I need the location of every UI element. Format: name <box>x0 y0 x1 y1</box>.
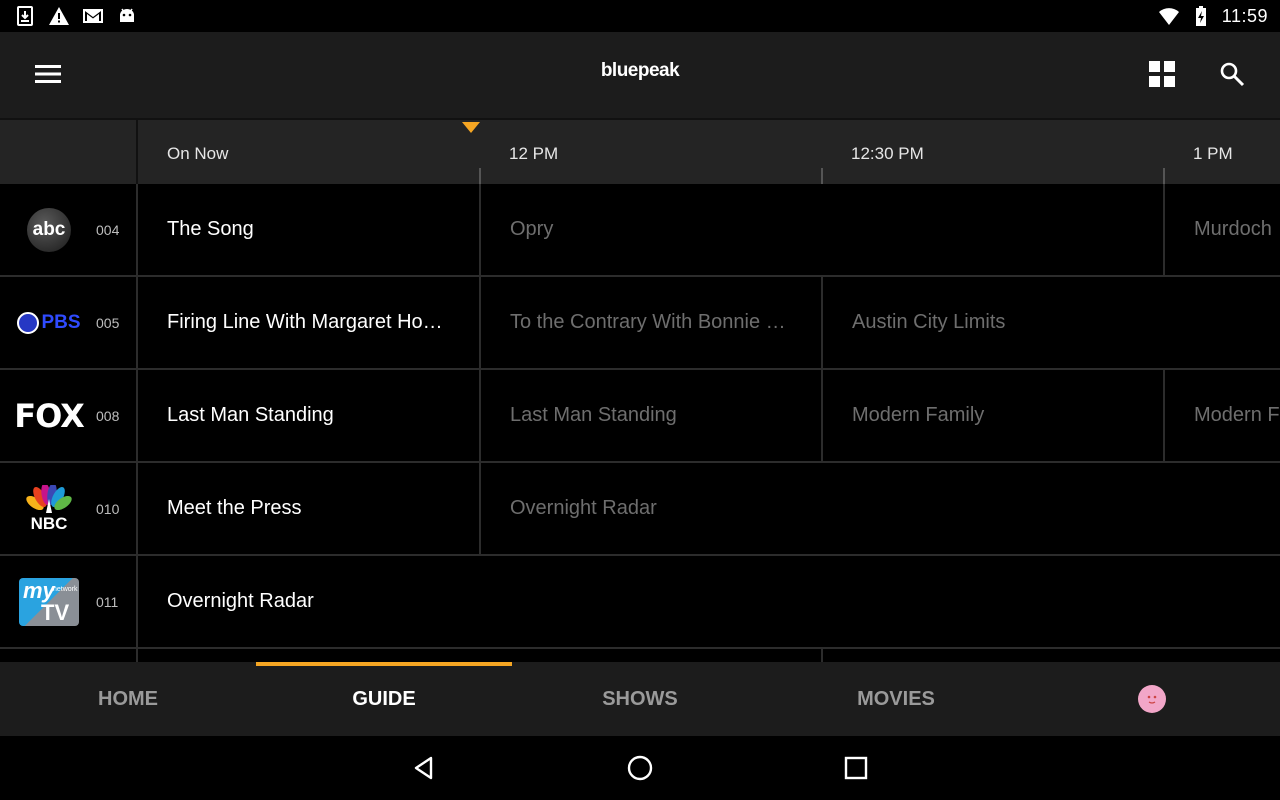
wifi-icon <box>1158 8 1179 25</box>
channel-row-abc: abc 004 The Song Opry Murdoch <box>0 184 1280 277</box>
app-bar: bluepeak <box>0 32 1280 118</box>
channel-number: 004 <box>96 222 120 238</box>
program-cell[interactable]: Last Man Standing <box>481 370 823 461</box>
tab-shows[interactable]: SHOWS <box>512 662 768 736</box>
menu-button[interactable] <box>28 54 68 94</box>
program-cell[interactable]: Firing Line With Margaret Ho… <box>138 277 481 368</box>
program-cell[interactable]: Modern F <box>1165 370 1280 461</box>
nbc-logo: NBC <box>14 481 84 537</box>
program-cell[interactable]: Modern Family <box>823 370 1165 461</box>
time-slot-1230pm: 12:30 PM <box>851 144 924 163</box>
peacock-icon <box>26 485 72 513</box>
status-time: 11:59 <box>1221 5 1268 26</box>
channel-row-pbs: PBS 005 Firing Line With Margaret Ho… To… <box>0 277 1280 370</box>
download-icon <box>17 6 33 26</box>
program-cell <box>138 649 823 662</box>
back-icon <box>414 756 433 780</box>
time-tick <box>1163 168 1165 184</box>
program-title: Austin City Limits <box>852 311 1006 333</box>
time-tick <box>821 168 823 184</box>
grid-view-icon <box>1149 61 1175 87</box>
program-title: Last Man Standing <box>167 404 334 426</box>
pbs-logo: PBS <box>14 295 84 351</box>
home-button[interactable] <box>624 752 656 784</box>
program-cell[interactable]: Overnight Radar <box>138 556 1280 647</box>
program-cell[interactable]: The Song <box>138 184 481 275</box>
channel-cell[interactable]: my network TV 011 <box>0 556 138 647</box>
system-navigation-bar <box>0 736 1280 800</box>
program-title: Modern Family <box>852 404 985 426</box>
battery-charging-icon <box>1195 6 1206 26</box>
program-cell[interactable]: Opry <box>481 184 1165 275</box>
program-title: Modern F <box>1194 404 1280 426</box>
gmail-icon <box>83 9 103 23</box>
current-time-marker <box>462 122 480 133</box>
time-tick <box>479 168 481 184</box>
program-cell[interactable]: Austin City Limits <box>823 277 1280 368</box>
home-icon <box>627 755 653 781</box>
tab-guide[interactable]: GUIDE <box>256 662 512 736</box>
bottom-navigation: HOME GUIDE SHOWS MOVIES <box>0 662 1280 736</box>
program-title: The Song <box>167 218 254 240</box>
back-button[interactable] <box>408 752 440 784</box>
program-title: Murdoch <box>1194 218 1272 240</box>
time-slot-1pm: 1 PM <box>1193 144 1233 163</box>
channel-cell <box>0 649 138 662</box>
status-bar: 11:59 <box>0 0 1280 32</box>
search-button[interactable] <box>1212 54 1252 94</box>
program-title: Last Man Standing <box>510 404 677 426</box>
grid-view-button[interactable] <box>1142 54 1182 94</box>
tab-home[interactable]: HOME <box>0 662 256 736</box>
program-cell[interactable]: Meet the Press <box>138 463 481 554</box>
channel-row-partial <box>0 649 1280 662</box>
channel-number: 010 <box>96 501 120 517</box>
program-cell[interactable]: Last Man Standing <box>138 370 481 461</box>
program-cell[interactable]: Overnight Radar <box>481 463 1280 554</box>
program-title: Firing Line With Margaret Ho… <box>167 311 443 333</box>
tab-movies[interactable]: MOVIES <box>768 662 1024 736</box>
menu-icon <box>35 65 61 83</box>
android-icon <box>120 8 134 22</box>
channel-row-nbc: NBC 010 Meet the Press Overnight Radar <box>0 463 1280 556</box>
program-title: Meet the Press <box>167 497 302 519</box>
channel-number: 011 <box>96 594 119 610</box>
recents-icon <box>844 756 868 780</box>
channel-row-mynetworktv: my network TV 011 Overnight Radar <box>0 556 1280 649</box>
program-title: Overnight Radar <box>510 497 657 519</box>
time-slot-on-now: On Now <box>167 144 229 163</box>
profile-avatar-icon <box>1138 685 1166 713</box>
channel-number: 008 <box>96 408 120 424</box>
channel-cell[interactable]: NBC 010 <box>0 463 138 554</box>
program-title: To the Contrary With Bonnie … <box>510 311 786 333</box>
program-title: Opry <box>510 218 554 240</box>
channel-column-header <box>0 120 138 184</box>
program-title: Overnight Radar <box>167 590 314 612</box>
channel-cell[interactable]: abc 004 <box>0 184 138 275</box>
recents-button[interactable] <box>840 752 872 784</box>
warning-icon <box>49 7 69 25</box>
search-icon <box>1220 62 1245 87</box>
channel-cell[interactable]: PBS 005 <box>0 277 138 368</box>
time-slot-12pm: 12 PM <box>509 144 559 163</box>
program-cell[interactable]: Murdoch <box>1165 184 1280 275</box>
mynetworktv-logo: my network TV <box>14 574 84 630</box>
channel-number: 005 <box>96 315 120 331</box>
program-guide-grid: abc 004 The Song Opry Murdoch PBS 005 Fi… <box>0 184 1280 662</box>
tab-profile[interactable] <box>1024 662 1280 736</box>
time-header: On Now 12 PM 12:30 PM 1 PM <box>0 118 1280 184</box>
channel-cell[interactable]: FOX 008 <box>0 370 138 461</box>
abc-logo: abc <box>14 202 84 258</box>
fox-logo: FOX <box>14 397 85 435</box>
channel-row-fox: FOX 008 Last Man Standing Last Man Stand… <box>0 370 1280 463</box>
brand-logo: bluepeak <box>600 60 680 81</box>
program-cell[interactable]: To the Contrary With Bonnie … <box>481 277 823 368</box>
